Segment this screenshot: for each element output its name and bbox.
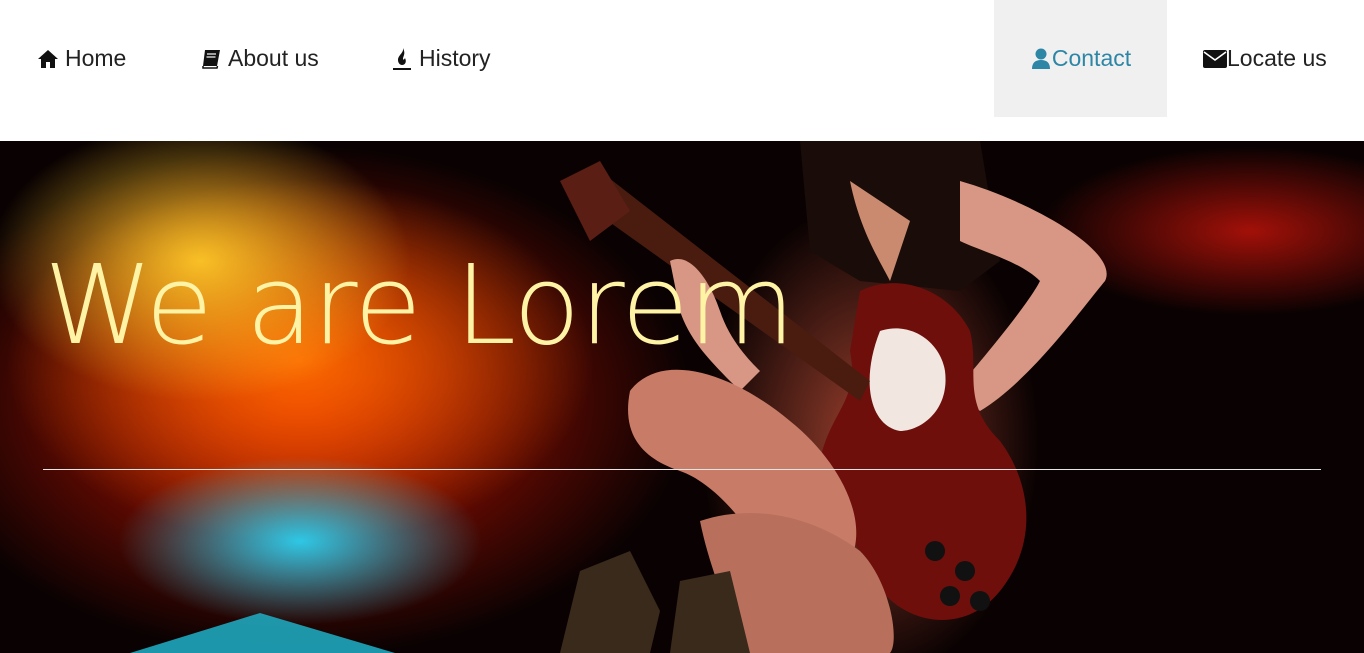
nav-item-history[interactable]: History — [391, 0, 491, 117]
nav-item-label: Locate us — [1227, 45, 1327, 71]
top-navbar: Home About us History Contact Locate us — [0, 0, 1364, 141]
nav-item-label: Home — [65, 45, 127, 71]
guitarist-photo — [560, 141, 1107, 653]
nav-item-label: Contact — [1051, 45, 1132, 71]
nav-item-label: About us — [228, 45, 319, 71]
book-icon — [200, 48, 222, 70]
hero-banner: We are Lorem — [0, 141, 1364, 653]
nav-item-locate-us[interactable]: Locate us — [1203, 0, 1327, 117]
user-icon — [1030, 48, 1052, 70]
nav-item-home[interactable]: Home — [37, 0, 126, 117]
envelope-icon — [1203, 48, 1227, 70]
home-icon — [37, 48, 59, 70]
nav-item-about-us[interactable]: About us — [200, 0, 319, 117]
hero-divider — [43, 469, 1321, 470]
fire-icon — [391, 47, 413, 70]
decorative-triangle — [130, 613, 395, 653]
hero-title: We are Lorem — [44, 241, 795, 369]
nav-item-contact[interactable]: Contact — [994, 0, 1167, 117]
nav-item-label: History — [419, 45, 491, 71]
